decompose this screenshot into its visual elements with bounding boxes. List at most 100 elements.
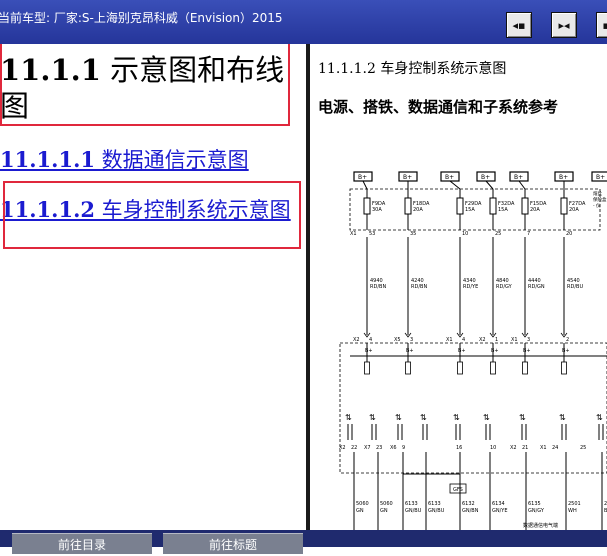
- fuse-rating: 15A: [465, 207, 475, 213]
- pin-number: 3: [527, 337, 530, 343]
- fuse-symbol: [457, 198, 463, 214]
- toc-link-data-communication[interactable]: 11.1.1.1 数据通信示意图: [0, 144, 249, 174]
- bplus-label: B+: [559, 174, 568, 181]
- pin-number: 2: [566, 337, 569, 343]
- fuse-rating: 20A: [413, 207, 423, 213]
- internal-fuse: [562, 362, 567, 374]
- toc-link-text: 数据通信示意图: [95, 148, 249, 172]
- bplus-label: B+: [514, 174, 523, 181]
- collapse-left-icon: ◂▪: [513, 20, 526, 31]
- collapse-left-button[interactable]: ◂▪: [506, 12, 532, 38]
- connector-label: X5: [394, 337, 401, 343]
- connector-label: X1: [511, 337, 518, 343]
- expand-right-button[interactable]: ▪▸: [596, 12, 607, 38]
- pin-number: 4: [369, 337, 372, 343]
- internal-fuse: [523, 362, 528, 374]
- power-feed-line: [363, 181, 367, 189]
- wire-color: GN/BU: [405, 508, 422, 514]
- fuse-symbol: [561, 198, 567, 214]
- toc-link-text: 车身控制系统示意图: [95, 198, 291, 222]
- top-toolbar: 当前车型: 厂家:S-上海别克昂科威（Envision）2015 ◂▪ ▸◂ ▪…: [0, 0, 607, 44]
- fuse-rating: 15A: [498, 207, 508, 213]
- bplus-label: B+: [406, 348, 414, 354]
- connector-label: X1: [350, 231, 357, 237]
- bplus-label: B+: [458, 348, 466, 354]
- connector-label: X1: [446, 337, 453, 343]
- transceiver-arrow-icon: ⇅: [369, 413, 376, 422]
- fuse-symbol: [490, 198, 496, 214]
- heading-number: 11.1.1: [0, 53, 101, 87]
- transceiver-arrow-icon: ⇅: [596, 413, 603, 422]
- split-view-icon: ▸◂: [558, 20, 569, 31]
- module-outline: [340, 343, 607, 473]
- bplus-label: B+: [562, 348, 570, 354]
- connector-label: X2: [353, 337, 360, 343]
- toc-link-number: 11.1.1.1: [0, 147, 95, 172]
- connector-label: X1: [540, 445, 547, 451]
- pin-number: 25: [580, 445, 586, 451]
- wire-color: GN/BU: [428, 508, 445, 514]
- wire-color: GN/BN: [462, 508, 479, 514]
- connector-label: X6: [390, 445, 397, 451]
- pin-number: 4: [462, 337, 465, 343]
- bplus-label: B+: [596, 174, 605, 181]
- pin-number: 1: [495, 337, 498, 343]
- transceiver-arrow-icon: ⇅: [559, 413, 566, 422]
- pin-number: 16: [456, 445, 462, 451]
- power-feed-line: [519, 181, 525, 189]
- pin-number: 10: [462, 231, 468, 237]
- content-title: 11.1.1.2 车身控制系统示意图: [318, 58, 506, 78]
- pin-number: 21: [522, 445, 528, 451]
- internal-fuse: [365, 362, 370, 374]
- bplus-label: B+: [491, 348, 499, 354]
- toc-link-body-control[interactable]: 11.1.1.2 车身控制系统示意图: [0, 194, 291, 224]
- fuse-symbol: [405, 198, 411, 214]
- connector-label: X2: [339, 445, 346, 451]
- pin-number: 7: [527, 231, 530, 237]
- content-pane: 11.1.1.2 车身控制系统示意图 电源、搭铁、数据通信和子系统参考 B+B+…: [310, 44, 607, 530]
- toc-pane: 11.1.1 示意图和布线图 11.1.1.1 数据通信示意图 11.1.1.2…: [0, 44, 306, 530]
- wire-color: RD/YE: [463, 284, 478, 290]
- bplus-label: B+: [365, 348, 373, 354]
- wiring-diagram: B+B+B+B+B+B+B+熔丝保险盒- 仪F9DA30AF18DA20AF29…: [310, 144, 607, 530]
- internal-fuse: [458, 362, 463, 374]
- wire-color: GN/YE: [492, 508, 508, 514]
- fuse-rating: 20A: [569, 207, 579, 213]
- wire-color: RD/BN: [411, 284, 427, 290]
- fuse-block-note: - 仪: [593, 203, 601, 209]
- expand-right-icon: ▪▸: [603, 20, 607, 31]
- split-view-button[interactable]: ▸◂: [551, 12, 577, 38]
- fuse-symbol: [364, 198, 370, 214]
- bplus-label: B+: [481, 174, 490, 181]
- goto-title-button[interactable]: 前往标题: [163, 533, 303, 554]
- circuit-number: 6132: [462, 501, 475, 507]
- transceiver-arrow-icon: ⇅: [453, 413, 460, 422]
- diagram-note: 数据通信电气端: [523, 522, 558, 529]
- wire-color: WH: [568, 508, 577, 514]
- transceiver-arrow-icon: ⇅: [345, 413, 352, 422]
- circuit-number: 6133: [428, 501, 441, 507]
- transceiver-arrow-icon: ⇅: [483, 413, 490, 422]
- circuit-number: 5060: [356, 501, 369, 507]
- transceiver-arrow-icon: ⇅: [395, 413, 402, 422]
- wire-color: GN: [380, 508, 388, 514]
- pin-number: 35: [410, 231, 416, 237]
- goto-toc-button[interactable]: 前往目录: [12, 533, 152, 554]
- pin-number: 24: [552, 445, 558, 451]
- internal-fuse: [406, 362, 411, 374]
- pin-number: 9: [402, 445, 405, 451]
- connector-label: X7: [364, 445, 371, 451]
- pin-number: 53: [369, 231, 375, 237]
- bplus-label: B+: [523, 348, 531, 354]
- wire-color: RD/GY: [496, 284, 513, 290]
- circuit-number: 2501: [568, 501, 581, 507]
- toc-link-number: 11.1.1.2: [0, 197, 95, 222]
- vehicle-model-label: 当前车型: 厂家:S-上海别克昂科威（Envision）2015: [0, 9, 283, 26]
- pin-number: 23: [376, 445, 382, 451]
- power-feed-line: [486, 181, 493, 189]
- circuit-number: 6135: [528, 501, 541, 507]
- fuse-block-note: 保险盒: [593, 196, 607, 203]
- internal-fuse: [491, 362, 496, 374]
- wire-color: GN: [356, 508, 364, 514]
- power-feed-line: [450, 181, 460, 189]
